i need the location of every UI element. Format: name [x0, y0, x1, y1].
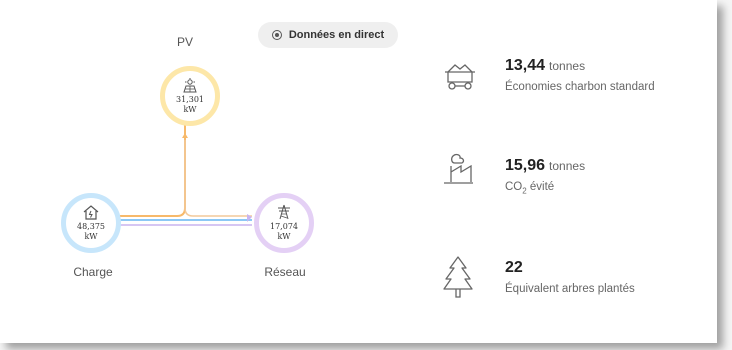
load-node-value: 48,375	[77, 221, 105, 231]
energy-flow-lines	[118, 118, 252, 226]
grid-node-unit: kW	[277, 232, 291, 241]
grid-node-value: 17,074	[270, 222, 298, 231]
coal-savings-label: Économies charbon standard	[505, 81, 655, 93]
house-icon	[83, 204, 99, 220]
energy-flow-card: Données en direct PV 31,301 kW 48,375 kW…	[0, 0, 717, 343]
coal-savings-unit: tonnes	[549, 59, 586, 73]
co2-label-prefix: CO	[505, 181, 523, 193]
trees-label: Équivalent arbres plantés	[505, 283, 635, 295]
power-tower-icon	[278, 204, 290, 220]
coal-savings-number: 13,44	[505, 57, 546, 74]
flow-arrow-up-icon	[182, 133, 188, 138]
solar-panel-icon	[183, 77, 197, 92]
co2-number: 15,96	[505, 157, 546, 174]
co2-value: 15,96 tonnes	[505, 157, 585, 175]
pv-to-grid-flow	[184, 140, 252, 217]
co2-unit: tonnes	[549, 159, 586, 173]
pv-node-unit: kW	[183, 104, 197, 114]
trees-number: 22	[505, 259, 523, 276]
co2-label-suffix: évité	[526, 181, 555, 193]
grid-node-label: Réseau	[264, 265, 306, 279]
trees-value: 22	[505, 259, 523, 277]
load-node-unit: kW	[84, 231, 98, 241]
co2-label: CO2 évité	[505, 181, 554, 195]
pv-node-label: PV	[176, 35, 193, 49]
pv-node-value: 31,301	[176, 94, 204, 104]
load-node-label: Charge	[73, 265, 113, 279]
coal-cart-icon	[445, 64, 475, 90]
coal-savings-value: 13,44 tonnes	[505, 57, 585, 75]
pv-to-load-flow	[118, 118, 186, 217]
factory-icon	[444, 153, 473, 184]
load-node[interactable]: 48,375 kW	[61, 193, 121, 253]
pv-node[interactable]: 31,301 kW	[160, 66, 220, 126]
grid-node[interactable]: 17,074 kW	[254, 193, 314, 253]
tree-icon	[443, 256, 473, 298]
